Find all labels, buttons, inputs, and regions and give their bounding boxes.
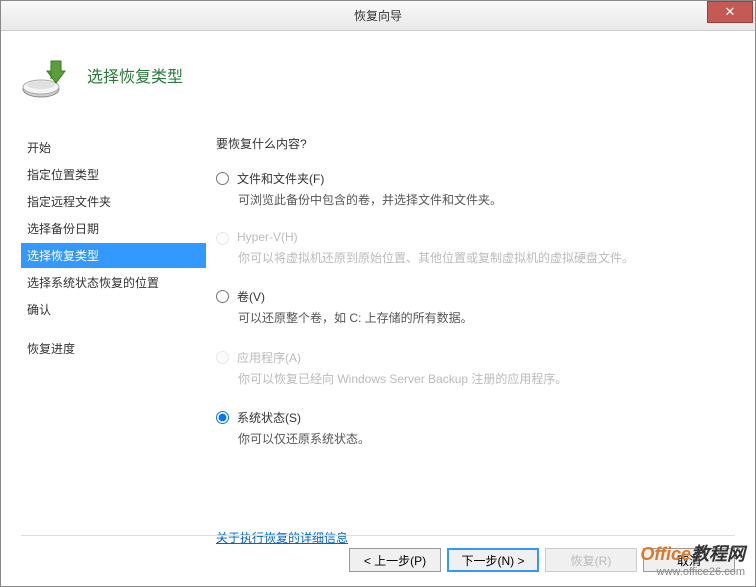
sidebar-item-backup-date[interactable]: 选择备份日期 (21, 216, 206, 241)
radio-row-apps: 应用程序(A) (216, 349, 735, 366)
button-separator (21, 535, 735, 536)
sidebar-item-recovery-type[interactable]: 选择恢复类型 (21, 243, 206, 268)
titlebar: 恢复向导 ✕ (1, 1, 755, 31)
sidebar-item-location-type[interactable]: 指定位置类型 (21, 162, 206, 187)
prev-button[interactable]: < 上一步(P) (349, 548, 441, 572)
sidebar-separator (21, 324, 206, 336)
radio-label-hyperv: Hyper-V(H) (237, 230, 298, 244)
body-section: 开始 指定位置类型 指定远程文件夹 选择备份日期 选择恢复类型 选择系统状态恢复… (1, 127, 755, 537)
radio-row-volume: 卷(V) (216, 288, 735, 305)
next-button[interactable]: 下一步(N) > (447, 548, 539, 572)
radio-volume[interactable] (216, 290, 229, 303)
wizard-window: 恢复向导 ✕ 选择恢复类型 开始 指定位置类型 指定远程文件夹 选择备份日期 选… (0, 0, 756, 587)
watermark-url: www.office26.com (640, 566, 745, 578)
sidebar-item-remote-folder[interactable]: 指定远程文件夹 (21, 189, 206, 214)
radio-label-system-state[interactable]: 系统状态(S) (237, 409, 301, 426)
radio-desc-system-state: 你可以仅还原系统状态。 (238, 430, 735, 449)
sidebar-item-start[interactable]: 开始 (21, 135, 206, 160)
sidebar-item-system-state-location[interactable]: 选择系统状态恢复的位置 (21, 270, 206, 295)
content-panel: 要恢复什么内容? 文件和文件夹(F) 可浏览此备份中包含的卷，并选择文件和文件夹… (206, 127, 735, 537)
radio-label-files[interactable]: 文件和文件夹(F) (237, 170, 324, 187)
restore-wizard-icon (21, 51, 69, 99)
sidebar-item-progress[interactable]: 恢复进度 (21, 336, 206, 361)
close-button[interactable]: ✕ (707, 1, 753, 23)
watermark-brand2: 教程网 (691, 544, 745, 564)
radio-row-hyperv: Hyper-V(H) (216, 230, 735, 245)
radio-desc-files: 可浏览此备份中包含的卷，并选择文件和文件夹。 (238, 191, 735, 210)
close-icon: ✕ (725, 4, 736, 20)
radio-group: 文件和文件夹(F) 可浏览此备份中包含的卷，并选择文件和文件夹。 Hyper-V… (216, 170, 735, 449)
radio-desc-hyperv: 你可以将虚拟机还原到原始位置、其他位置或复制虚拟机的虚拟硬盘文件。 (238, 249, 735, 268)
sidebar-item-confirm[interactable]: 确认 (21, 297, 206, 322)
header-section: 选择恢复类型 (1, 31, 755, 127)
watermark: Office教程网 www.office26.com (640, 540, 745, 578)
radio-label-volume[interactable]: 卷(V) (237, 288, 265, 305)
window-title: 恢复向导 (1, 7, 755, 24)
radio-row-files: 文件和文件夹(F) (216, 170, 735, 187)
sidebar: 开始 指定位置类型 指定远程文件夹 选择备份日期 选择恢复类型 选择系统状态恢复… (21, 127, 206, 537)
watermark-brand1: Office (640, 544, 691, 564)
radio-desc-volume: 可以还原整个卷，如 C: 上存储的所有数据。 (238, 309, 735, 328)
radio-apps (216, 351, 229, 364)
radio-system-state[interactable] (216, 411, 229, 424)
radio-hyperv (216, 232, 229, 245)
content-question: 要恢复什么内容? (216, 135, 735, 152)
radio-row-system-state: 系统状态(S) (216, 409, 735, 426)
details-link[interactable]: 关于执行恢复的详细信息 (216, 529, 348, 546)
recover-button: 恢复(R) (545, 548, 637, 572)
radio-desc-apps: 你可以恢复已经向 Windows Server Backup 注册的应用程序。 (238, 370, 735, 389)
radio-label-apps: 应用程序(A) (237, 349, 301, 366)
page-title: 选择恢复类型 (87, 63, 183, 87)
radio-files[interactable] (216, 172, 229, 185)
